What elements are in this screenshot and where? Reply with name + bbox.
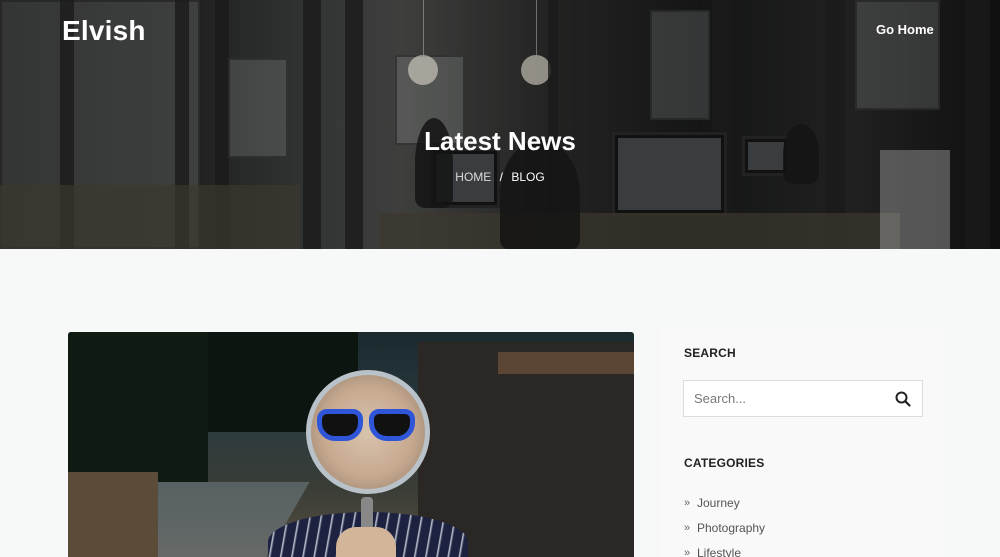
category-item-lifestyle[interactable]: » Lifestyle [684, 540, 765, 557]
categories-widget-title: CATEGORIES [684, 456, 765, 470]
office-background-image [0, 0, 1000, 249]
page-title: Latest News [424, 126, 576, 156]
search-icon[interactable] [894, 390, 912, 408]
person-hand [336, 527, 396, 557]
breadcrumb: HOME / BLOG [0, 170, 1000, 184]
post-featured-image[interactable] [68, 332, 634, 557]
category-label: Photography [697, 520, 766, 535]
magnifying-glass-icon [306, 370, 430, 494]
blue-sunglasses [317, 409, 419, 441]
search-box [683, 380, 923, 417]
chevron-right-icon: » [684, 496, 691, 509]
site-logo[interactable]: Elvish [62, 15, 146, 47]
hero-banner: Elvish Go Home Latest News HOME / BLOG [0, 0, 1000, 249]
breadcrumb-home-link[interactable]: HOME [455, 170, 491, 184]
chevron-right-icon: » [684, 546, 691, 557]
category-label: Journey [697, 495, 740, 510]
search-input[interactable] [684, 381, 884, 416]
breadcrumb-current: BLOG [511, 170, 545, 184]
chevron-right-icon: » [684, 521, 691, 534]
category-item-photography[interactable]: » Photography [684, 515, 765, 540]
categories-list: » Journey » Photography » Lifestyle [684, 490, 765, 557]
breadcrumb-separator: / [499, 170, 503, 184]
category-label: Lifestyle [697, 545, 742, 557]
category-item-journey[interactable]: » Journey [684, 490, 765, 515]
sidebar: SEARCH CATEGORIES » Journey » Photograph… [660, 326, 943, 557]
search-widget-title: SEARCH [684, 346, 736, 360]
go-home-link[interactable]: Go Home [876, 22, 934, 37]
